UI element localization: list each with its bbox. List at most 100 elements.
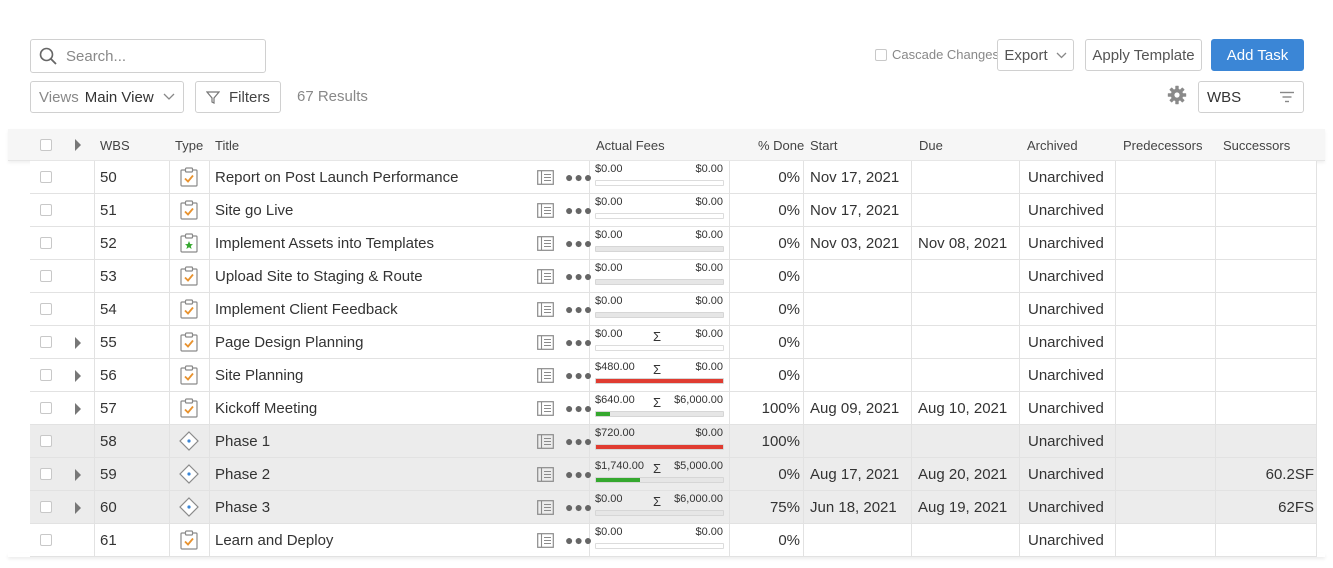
col-header-wbs[interactable]: WBS (100, 138, 130, 153)
pct-done-cell[interactable]: 0% (778, 334, 800, 351)
title-cell[interactable]: Implement Assets into Templates (215, 235, 434, 252)
pct-done-cell[interactable]: 0% (778, 169, 800, 186)
title-cell[interactable]: Learn and Deploy (215, 532, 333, 549)
export-button[interactable]: Export (997, 39, 1074, 71)
sort-select[interactable]: WBS (1198, 81, 1304, 113)
col-header-title[interactable]: Title (215, 138, 239, 153)
notes-icon[interactable] (537, 533, 554, 548)
successors-cell[interactable]: 62FS (1278, 499, 1314, 516)
table-row[interactable]: 60 Phase 3 ●●● $0.00 Σ $6,000.00 75% Jun… (30, 491, 1317, 524)
notes-icon[interactable] (537, 236, 554, 251)
pct-done-cell[interactable]: 100% (762, 400, 800, 417)
row-checkbox[interactable] (40, 303, 52, 315)
start-date-cell[interactable]: Nov 17, 2021 (810, 169, 899, 186)
pct-done-cell[interactable]: 100% (762, 433, 800, 450)
title-cell[interactable]: Phase 2 (215, 466, 270, 483)
more-options-icon[interactable]: ●●● (565, 400, 593, 416)
title-cell[interactable]: Report on Post Launch Performance (215, 169, 458, 186)
pct-done-cell[interactable]: 0% (778, 202, 800, 219)
expand-arrow-icon[interactable] (75, 337, 81, 349)
due-date-cell[interactable]: Aug 10, 2021 (918, 400, 1007, 417)
more-options-icon[interactable]: ●●● (565, 268, 593, 284)
expand-arrow-icon[interactable] (75, 370, 81, 382)
cascade-changes[interactable]: Cascade Changes (875, 47, 999, 62)
row-checkbox[interactable] (40, 369, 52, 381)
views-select[interactable]: Views Main View (30, 81, 184, 113)
more-options-icon[interactable]: ●●● (565, 367, 593, 383)
pct-done-cell[interactable]: 0% (778, 301, 800, 318)
row-checkbox[interactable] (40, 204, 52, 216)
due-date-cell[interactable]: Aug 19, 2021 (918, 499, 1007, 516)
row-checkbox[interactable] (40, 468, 52, 480)
row-checkbox[interactable] (40, 270, 52, 282)
col-header-actual-fees[interactable]: Actual Fees (596, 138, 665, 153)
cascade-checkbox[interactable] (875, 48, 887, 61)
expand-arrow-icon[interactable] (75, 403, 81, 415)
table-row[interactable]: 58 Phase 1 ●●● $720.00 $0.00 100% Unarch… (30, 425, 1317, 458)
start-date-cell[interactable]: Aug 17, 2021 (810, 466, 899, 483)
pct-done-cell[interactable]: 0% (778, 268, 800, 285)
row-checkbox[interactable] (40, 237, 52, 249)
notes-icon[interactable] (537, 335, 554, 350)
col-header-pct-done[interactable]: % Done (758, 138, 804, 153)
pct-done-cell[interactable]: 0% (778, 532, 800, 549)
table-row[interactable]: 50 Report on Post Launch Performance ●●●… (30, 161, 1317, 194)
pct-done-cell[interactable]: 0% (778, 367, 800, 384)
title-cell[interactable]: Site Planning (215, 367, 303, 384)
row-checkbox[interactable] (40, 501, 52, 513)
start-date-cell[interactable]: Nov 17, 2021 (810, 202, 899, 219)
filters-button[interactable]: Filters (195, 81, 281, 113)
due-date-cell[interactable]: Nov 08, 2021 (918, 235, 1007, 252)
col-header-type[interactable]: Type (175, 138, 203, 153)
notes-icon[interactable] (537, 170, 554, 185)
more-options-icon[interactable]: ●●● (565, 499, 593, 515)
due-date-cell[interactable]: Aug 20, 2021 (918, 466, 1007, 483)
expand-arrow-icon[interactable] (75, 469, 81, 481)
more-options-icon[interactable]: ●●● (565, 235, 593, 251)
table-row[interactable]: 57 Kickoff Meeting ●●● $640.00 Σ $6,000.… (30, 392, 1317, 425)
title-cell[interactable]: Phase 3 (215, 499, 270, 516)
more-options-icon[interactable]: ●●● (565, 532, 593, 548)
pct-done-cell[interactable]: 0% (778, 466, 800, 483)
title-cell[interactable]: Implement Client Feedback (215, 301, 398, 318)
successors-cell[interactable]: 60.2SF (1266, 466, 1314, 483)
search-input[interactable] (64, 46, 244, 66)
pct-done-cell[interactable]: 0% (778, 235, 800, 252)
expand-all-icon[interactable] (75, 139, 81, 151)
notes-icon[interactable] (537, 434, 554, 449)
col-header-start[interactable]: Start (810, 138, 837, 153)
row-checkbox[interactable] (40, 171, 52, 183)
notes-icon[interactable] (537, 401, 554, 416)
table-row[interactable]: 51 Site go Live ●●● $0.00 $0.00 0% Nov 1… (30, 194, 1317, 227)
table-row[interactable]: 56 Site Planning ●●● $480.00 Σ $0.00 0% … (30, 359, 1317, 392)
gear-icon[interactable] (1167, 85, 1187, 105)
col-header-archived[interactable]: Archived (1027, 138, 1078, 153)
more-options-icon[interactable]: ●●● (565, 433, 593, 449)
more-options-icon[interactable]: ●●● (565, 334, 593, 350)
row-checkbox[interactable] (40, 336, 52, 348)
search-box[interactable] (30, 39, 266, 73)
notes-icon[interactable] (537, 500, 554, 515)
more-options-icon[interactable]: ●●● (565, 301, 593, 317)
notes-icon[interactable] (537, 467, 554, 482)
table-row[interactable]: 52 Implement Assets into Templates ●●● $… (30, 227, 1317, 260)
title-cell[interactable]: Site go Live (215, 202, 293, 219)
notes-icon[interactable] (537, 203, 554, 218)
more-options-icon[interactable]: ●●● (565, 202, 593, 218)
start-date-cell[interactable]: Jun 18, 2021 (810, 499, 897, 516)
start-date-cell[interactable]: Nov 03, 2021 (810, 235, 899, 252)
title-cell[interactable]: Kickoff Meeting (215, 400, 317, 417)
table-row[interactable]: 54 Implement Client Feedback ●●● $0.00 $… (30, 293, 1317, 326)
more-options-icon[interactable]: ●●● (565, 169, 593, 185)
expand-arrow-icon[interactable] (75, 502, 81, 514)
start-date-cell[interactable]: Aug 09, 2021 (810, 400, 899, 417)
pct-done-cell[interactable]: 75% (770, 499, 800, 516)
row-checkbox[interactable] (40, 435, 52, 447)
notes-icon[interactable] (537, 368, 554, 383)
notes-icon[interactable] (537, 269, 554, 284)
row-checkbox[interactable] (40, 534, 52, 546)
table-row[interactable]: 59 Phase 2 ●●● $1,740.00 Σ $5,000.00 0% … (30, 458, 1317, 491)
notes-icon[interactable] (537, 302, 554, 317)
apply-template-button[interactable]: Apply Template (1085, 39, 1202, 71)
col-header-successors[interactable]: Successors (1223, 138, 1290, 153)
